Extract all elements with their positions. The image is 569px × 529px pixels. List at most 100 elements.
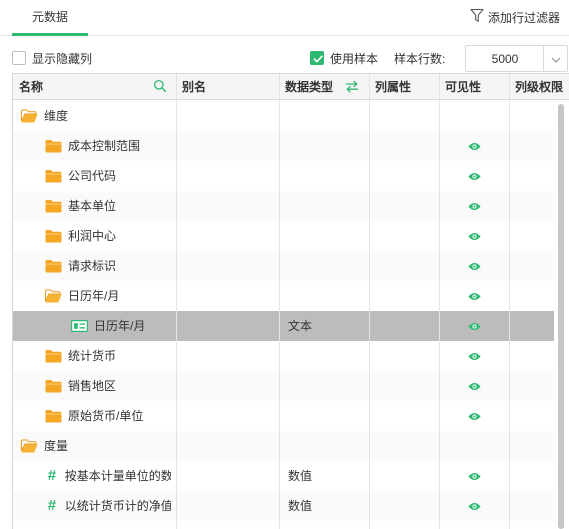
tab-metadata[interactable]: 元数据 — [12, 0, 88, 36]
table-row[interactable]: 维度 — [13, 101, 569, 131]
table-row[interactable]: # 以统计货币计的净值 数值 — [13, 491, 569, 521]
data-type-cell — [288, 161, 368, 191]
sample-rows-input[interactable] — [466, 46, 544, 71]
data-type-cell: 文本 — [288, 319, 313, 333]
table-row[interactable]: 日历年/月 文本 — [13, 311, 569, 341]
table-header: 名称 别名 数据类型 列属性 可见性 列级权限 — [13, 74, 569, 100]
name-cell: 原始货币/单位 — [45, 401, 171, 431]
eye-icon[interactable] — [468, 350, 481, 364]
data-type-cell — [288, 371, 368, 401]
table-row[interactable]: 公司代码 — [13, 161, 569, 191]
funnel-icon — [470, 8, 484, 26]
table-row[interactable]: 日历年/月 — [13, 281, 569, 311]
active-tab-indicator — [12, 33, 88, 36]
sample-rows-label: 样本行数: — [394, 52, 446, 66]
row-name: 销售地区 — [68, 379, 117, 393]
data-type-cell — [288, 251, 368, 281]
row-name: 维度 — [44, 109, 69, 123]
table-row[interactable]: 原始货币/单位 — [13, 401, 569, 431]
name-cell: 成本控制范围 — [45, 131, 171, 161]
eye-icon[interactable] — [468, 200, 481, 214]
folder-icon — [45, 139, 62, 153]
name-cell: 基本单位 — [45, 191, 171, 221]
column-divider — [279, 74, 280, 529]
data-type-cell — [288, 101, 368, 131]
column-header-column-property[interactable]: 列属性 — [369, 74, 439, 100]
swap-icon[interactable] — [345, 80, 359, 96]
name-cell: # 以统计货币计的净值 — [45, 491, 171, 521]
table-row[interactable]: 度量 — [13, 431, 569, 461]
name-cell: 利润中心 — [45, 221, 171, 251]
hash-icon: # — [47, 497, 57, 514]
data-type-cell — [288, 431, 368, 461]
eye-icon[interactable] — [468, 170, 481, 184]
use-sample-checkbox[interactable] — [310, 51, 324, 65]
checkmark-icon — [313, 55, 323, 63]
row-name: 公司代码 — [68, 169, 117, 183]
column-header-column-permission[interactable]: 列级权限 — [509, 74, 569, 100]
column-header-name[interactable]: 名称 — [13, 74, 176, 100]
metadata-table: 维度 成本控制范围 公司代码 基本单位 利润中心 请求标识 日历年/月 日历年/月 文本 统计货币… — [12, 73, 569, 529]
eye-icon[interactable] — [468, 140, 481, 154]
search-icon[interactable] — [153, 79, 167, 96]
chevron-down-icon — [551, 52, 561, 66]
folder-open-icon — [21, 109, 38, 123]
folder-icon — [45, 229, 62, 243]
row-name: 利润中心 — [68, 229, 117, 243]
eye-icon[interactable] — [468, 230, 481, 244]
table-row[interactable]: # 按基本计量单位的数 数值 — [13, 461, 569, 491]
folder-icon — [45, 199, 62, 213]
name-cell: 公司代码 — [45, 161, 171, 191]
name-cell: 度量 — [21, 431, 171, 461]
data-type-cell: 数值 — [288, 499, 313, 513]
row-name: 按基本计量单位的数 — [64, 469, 171, 483]
column-divider — [369, 74, 370, 529]
folder-open-icon — [21, 439, 38, 453]
eye-icon[interactable] — [468, 380, 481, 394]
eye-icon[interactable] — [468, 290, 481, 304]
sample-rows-select[interactable] — [465, 45, 568, 72]
field-icon — [71, 320, 88, 332]
row-name: 基本单位 — [68, 199, 117, 213]
use-sample-label: 使用样本 — [330, 52, 379, 66]
name-cell: # 按基本计量单位的数 — [45, 461, 171, 491]
add-row-filter-button[interactable]: 添加行过滤器 — [470, 7, 560, 27]
data-type-cell — [288, 131, 368, 161]
table-row[interactable]: 成本控制范围 — [13, 131, 569, 161]
hash-icon: # — [47, 467, 57, 484]
name-cell: 日历年/月 — [45, 281, 171, 311]
add-row-filter-label: 添加行过滤器 — [487, 10, 560, 25]
folder-icon — [45, 169, 62, 183]
eye-icon[interactable] — [468, 410, 481, 424]
column-divider — [439, 74, 440, 529]
table-row[interactable]: 统计货币 — [13, 341, 569, 371]
column-header-alias[interactable]: 别名 — [176, 74, 279, 100]
name-cell: 请求标识 — [45, 251, 171, 281]
scrollbar-thumb[interactable] — [558, 104, 564, 529]
row-name: 统计货币 — [68, 349, 117, 363]
eye-icon[interactable] — [468, 260, 481, 274]
show-hidden-checkbox[interactable] — [12, 51, 26, 65]
table-row[interactable]: 利润中心 — [13, 221, 569, 251]
show-hidden-label: 显示隐藏列 — [32, 52, 93, 66]
row-name: 成本控制范围 — [68, 139, 141, 153]
sample-rows-dropdown-button[interactable] — [543, 46, 567, 71]
column-header-visibility[interactable]: 可见性 — [439, 74, 509, 100]
table-row[interactable]: 请求标识 — [13, 251, 569, 281]
data-type-cell — [288, 281, 368, 311]
folder-open-icon — [45, 289, 62, 303]
eye-icon[interactable] — [468, 500, 481, 514]
row-name: 原始货币/单位 — [68, 409, 144, 423]
row-name: 度量 — [44, 439, 69, 453]
table-row[interactable]: 基本单位 — [13, 191, 569, 221]
eye-icon[interactable] — [468, 320, 481, 334]
table-row[interactable]: 销售地区 — [13, 371, 569, 401]
folder-icon — [45, 349, 62, 363]
column-divider — [176, 74, 177, 529]
data-type-cell — [288, 221, 368, 251]
tab-bar: 元数据 添加行过滤器 — [0, 0, 569, 36]
folder-icon — [45, 259, 62, 273]
eye-icon[interactable] — [468, 470, 481, 484]
name-cell: 日历年/月 — [71, 311, 171, 341]
row-name: 请求标识 — [68, 259, 117, 273]
